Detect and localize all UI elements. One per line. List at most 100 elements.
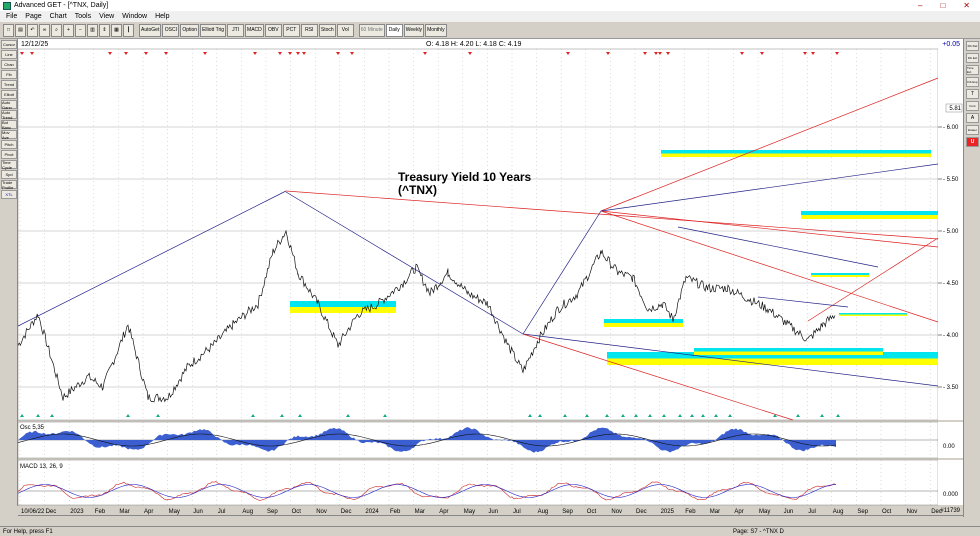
cyan-zone — [839, 313, 907, 315]
trend-tool[interactable]: Trend — [1, 80, 17, 89]
vol-button[interactable]: Vol — [336, 23, 354, 37]
x-tick-label: Jun — [488, 509, 498, 515]
chart-title-line2: (^TNX) — [398, 183, 437, 197]
search-icon[interactable]: ⌕ — [51, 23, 62, 37]
pivot-tool[interactable]: Pivot — [1, 150, 17, 159]
undo-icon[interactable]: ↶ — [27, 23, 38, 37]
price-tick-label: - 6.00 — [943, 125, 959, 131]
zoom-out-icon[interactable]: − — [75, 23, 86, 37]
yellow-zone — [811, 275, 869, 277]
cursor-tool[interactable]: Cursor — [1, 40, 17, 49]
close-icon[interactable]: ✕ — [963, 1, 970, 10]
stoch-button[interactable]: Stoch — [318, 23, 336, 37]
undo-red-tool[interactable]: U — [966, 137, 979, 147]
x-tick-label: Aug — [833, 509, 844, 515]
menu-file[interactable]: File — [2, 13, 21, 20]
x-tick-label: Feb — [95, 509, 106, 515]
fib-tool[interactable]: Fib — [1, 70, 17, 79]
yellow-zone — [290, 307, 396, 313]
grid-icon[interactable]: ▦ — [111, 23, 122, 37]
x-tick-label: 10/06/22 — [21, 509, 45, 515]
line-tool[interactable]: Line — [1, 50, 17, 59]
menu-tools[interactable]: Tools — [71, 13, 95, 20]
x-tick-label: Aug — [538, 509, 549, 515]
period-monthly-button[interactable]: Monthly — [425, 23, 447, 37]
yellow-zone — [694, 351, 883, 355]
obv-button[interactable]: OBV — [264, 23, 282, 37]
right-toolbar: Fib Ret Fib Ext Time Ext Fib Exp T Font … — [963, 39, 980, 517]
maximize-icon[interactable]: □ — [940, 1, 945, 10]
scale-icon[interactable]: ⇕ — [99, 23, 110, 37]
bar-chart-icon[interactable]: ▥ — [87, 23, 98, 37]
bot-banc-tool[interactable]: Bot Banc — [1, 120, 17, 130]
elliott-tool[interactable]: Elliott — [1, 90, 17, 99]
window-controls[interactable]: – □ ✕ — [918, 1, 970, 10]
menu-view[interactable]: View — [95, 13, 118, 20]
fib-exp-tool[interactable]: Fib Exp — [966, 77, 979, 87]
text-tool[interactable]: T — [966, 89, 979, 99]
cyan-zone — [811, 273, 869, 275]
left-toolbar: Cursor Line Chan Fib Trend Elliott Auto … — [0, 39, 18, 506]
x-tick-label: May — [169, 509, 180, 515]
status-page: Page: S7 - ^TNX D — [733, 528, 784, 535]
menu-page[interactable]: Page — [21, 13, 45, 20]
x-tick-label: Dec — [341, 509, 352, 515]
link-icon[interactable]: ∞ — [39, 23, 50, 37]
trade-profile-tool[interactable]: Trade Profile — [1, 180, 17, 190]
x-tick-label: Sep — [562, 509, 573, 515]
pct-button[interactable]: PCT — [282, 23, 300, 37]
x-tick-label: Dec — [46, 509, 57, 515]
autoget-button[interactable]: AutoGet — [139, 23, 162, 37]
rsi-button[interactable]: RSI — [300, 23, 318, 37]
macd-label: MACD 13, 26, 9 — [20, 464, 63, 470]
status-help: For Help, press F1 — [3, 528, 53, 535]
x-tick-label: Mar — [710, 509, 720, 515]
x-tick-label: Jul — [808, 509, 816, 515]
menu-window[interactable]: Window — [118, 13, 151, 20]
minimize-icon[interactable]: – — [918, 1, 922, 10]
channel-tool[interactable]: Chan — [1, 60, 17, 69]
option-button[interactable]: Option — [180, 23, 200, 37]
bars-icon[interactable]: ┃ — [123, 23, 134, 37]
xtl-tool[interactable]: XTL — [1, 190, 17, 199]
price-tick-label: - 5.50 — [943, 177, 959, 183]
x-tick-label: Jul — [513, 509, 521, 515]
time-ext-tool[interactable]: Time Ext — [966, 65, 979, 75]
auto-trend-tool[interactable]: Auto Trend — [1, 110, 17, 120]
yellow-zone — [801, 215, 940, 219]
zoom-in-icon[interactable]: + — [63, 23, 74, 37]
period-daily-button[interactable]: Daily — [385, 23, 403, 37]
elliott-trig-button[interactable]: Elliott Trig — [200, 23, 227, 37]
new-icon[interactable]: □ — [3, 23, 14, 37]
x-tick-label: Sep — [857, 509, 868, 515]
menu-help[interactable]: Help — [151, 13, 173, 20]
auto-gann-tool[interactable]: Auto Gann — [1, 100, 17, 110]
period-60min-button[interactable]: 60 Minute — [358, 23, 385, 37]
font-tool[interactable]: Font — [966, 101, 979, 111]
macd-button[interactable]: MACD — [245, 23, 264, 37]
pitch-tool[interactable]: Pitch — [1, 140, 17, 149]
price-tick-label: - 4.00 — [943, 333, 959, 339]
eraser-tool[interactable]: Eraser — [966, 125, 979, 135]
macd-panel[interactable] — [17, 459, 939, 506]
mov-ave-tool[interactable]: Mov Ave — [1, 130, 17, 140]
status-bar: For Help, press F1 Page: S7 - ^TNX D — [0, 526, 980, 536]
fib-ret-tool[interactable]: Fib Ret — [966, 41, 979, 51]
x-tick-label: Oct — [882, 509, 892, 515]
osci-button[interactable]: OSCI — [162, 23, 180, 37]
chart-date: 12/12/25 — [21, 41, 48, 48]
period-weekly-button[interactable]: Weekly — [403, 23, 425, 37]
spd-tool[interactable]: Spd — [1, 170, 17, 179]
x-tick-label: Feb — [685, 509, 696, 515]
toolbar: □ ▤ ↶ ∞ ⌕ + − ▥ ⇕ ▦ ┃ AutoGet OSCI Optio… — [0, 22, 980, 39]
x-tick-label: Nov — [316, 509, 327, 515]
open-icon[interactable]: ▤ — [15, 23, 26, 37]
menu-chart[interactable]: Chart — [46, 13, 71, 20]
font-a-tool[interactable]: A — [966, 113, 979, 123]
chart-svg[interactable]: 12/12/25 O: 4.18 H: 4.20 L: 4.18 C: 4.19… — [17, 39, 963, 516]
chart-area[interactable]: 12/12/25 O: 4.18 H: 4.20 L: 4.18 C: 4.19… — [17, 39, 963, 516]
time-cycle-tool[interactable]: Time Cycle — [1, 160, 17, 170]
fib-ext-tool[interactable]: Fib Ext — [966, 53, 979, 63]
x-tick-label: Sep — [267, 509, 278, 515]
jti-button[interactable]: JTI — [227, 23, 245, 37]
